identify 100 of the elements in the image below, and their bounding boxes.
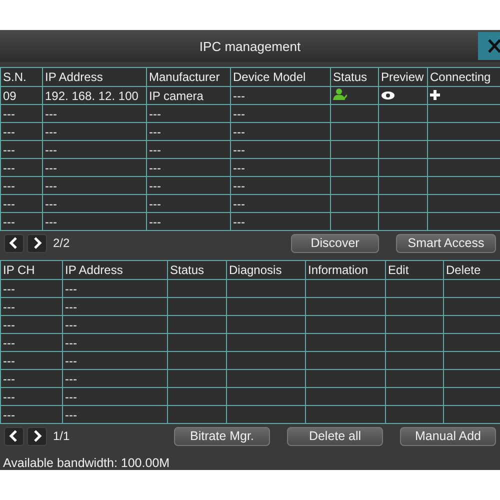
table-cell [378,194,428,212]
eye-icon[interactable] [381,90,395,100]
table-cell: --- [62,388,168,406]
table-cell [330,176,378,194]
table-cell: --- [42,140,146,158]
table-cell: --- [146,176,230,194]
table-cell [378,122,428,140]
table-cell: --- [0,334,62,352]
table-cell [330,158,378,176]
table-cell: --- [230,104,330,122]
table-cell: --- [0,194,42,212]
table-cell: --- [146,158,230,176]
table-cell: --- [42,212,146,230]
table-cell: --- [0,352,62,370]
table-cell: --- [62,406,168,424]
column-header: S.N. [0,68,42,86]
table-cell [378,140,428,158]
table-cell: --- [0,176,42,194]
page-indicator: 2/2 [53,236,70,250]
table-cell: --- [62,280,168,298]
table-cell: --- [146,122,230,140]
action-button[interactable]: Delete all [287,426,383,446]
column-header: IP CH [0,260,62,280]
page-indicator: 1/1 [53,429,70,443]
table-cell: --- [0,388,62,406]
table-cell: --- [62,316,168,334]
table-cell [386,280,444,298]
plus-icon[interactable] [430,90,440,100]
table-cell [330,212,378,230]
table-cell: --- [230,212,330,230]
table-cell: 192. 168. 12. 100 [42,86,146,104]
table-cell: --- [0,122,42,140]
table-cell: --- [230,86,330,104]
bandwidth-status: Available bandwidth: 100.00M [2,455,171,470]
table-cell: --- [0,316,62,334]
table-cell [168,406,226,424]
table-cell: --- [62,334,168,352]
table-cell [386,388,444,406]
table-cell: --- [0,298,62,316]
table-cell [386,370,444,388]
table-cell [386,334,444,352]
action-button[interactable]: Bitrate Mgr. [174,426,270,446]
table-cell [386,352,444,370]
table-cell: --- [230,122,330,140]
table-cell: --- [42,104,146,122]
column-header: Information [306,260,386,280]
previous-page-button[interactable] [4,234,24,252]
table-cell: --- [0,104,42,122]
table-cell: --- [42,176,146,194]
column-header: Edit [386,260,444,280]
table-cell: IP camera [146,86,230,104]
table-cell [386,298,444,316]
table-cell [168,352,226,370]
next-page-button[interactable] [27,426,47,446]
column-header: Connecting [428,68,500,86]
table-cell: --- [230,176,330,194]
table-cell: --- [146,104,230,122]
window-title: IPC management [199,38,301,54]
table-cell: --- [146,140,230,158]
table-cell: --- [230,158,330,176]
table-cell [168,370,226,388]
table-cell [168,316,226,334]
action-button[interactable]: Discover [291,234,379,252]
action-button[interactable]: Manual Add [400,426,496,446]
previous-page-button[interactable] [4,426,24,446]
table-cell: --- [0,370,62,388]
table-cell [378,176,428,194]
column-header: Preview [378,68,428,86]
table-cell [168,280,226,298]
action-button[interactable]: Smart Access [396,234,496,252]
column-header: Delete [444,260,500,280]
column-header: IP Address [62,260,168,280]
column-header: Status [330,68,378,86]
table-cell [168,334,226,352]
table-cell: --- [42,158,146,176]
table-cell [378,212,428,230]
table-cell [330,194,378,212]
table-cell: --- [42,122,146,140]
table-cell [386,316,444,334]
table-cell: --- [146,212,230,230]
table-cell: --- [62,352,168,370]
table-cell [330,140,378,158]
close-button[interactable] [478,32,500,60]
chevron-left-icon [9,237,19,249]
table-cell: --- [0,406,62,424]
table-cell: --- [146,194,230,212]
close-icon [488,39,500,53]
chevron-right-icon [32,237,42,249]
person-icon [333,88,347,100]
table-cell [168,298,226,316]
chevron-right-icon [32,430,42,442]
table-cell: --- [62,298,168,316]
table-cell: --- [230,194,330,212]
table-cell: --- [0,140,42,158]
table-cell [168,388,226,406]
table-cell: --- [0,158,42,176]
next-page-button[interactable] [27,234,47,252]
table-cell [330,122,378,140]
column-header: Device Model [230,68,330,86]
column-header: Diagnosis [226,260,306,280]
